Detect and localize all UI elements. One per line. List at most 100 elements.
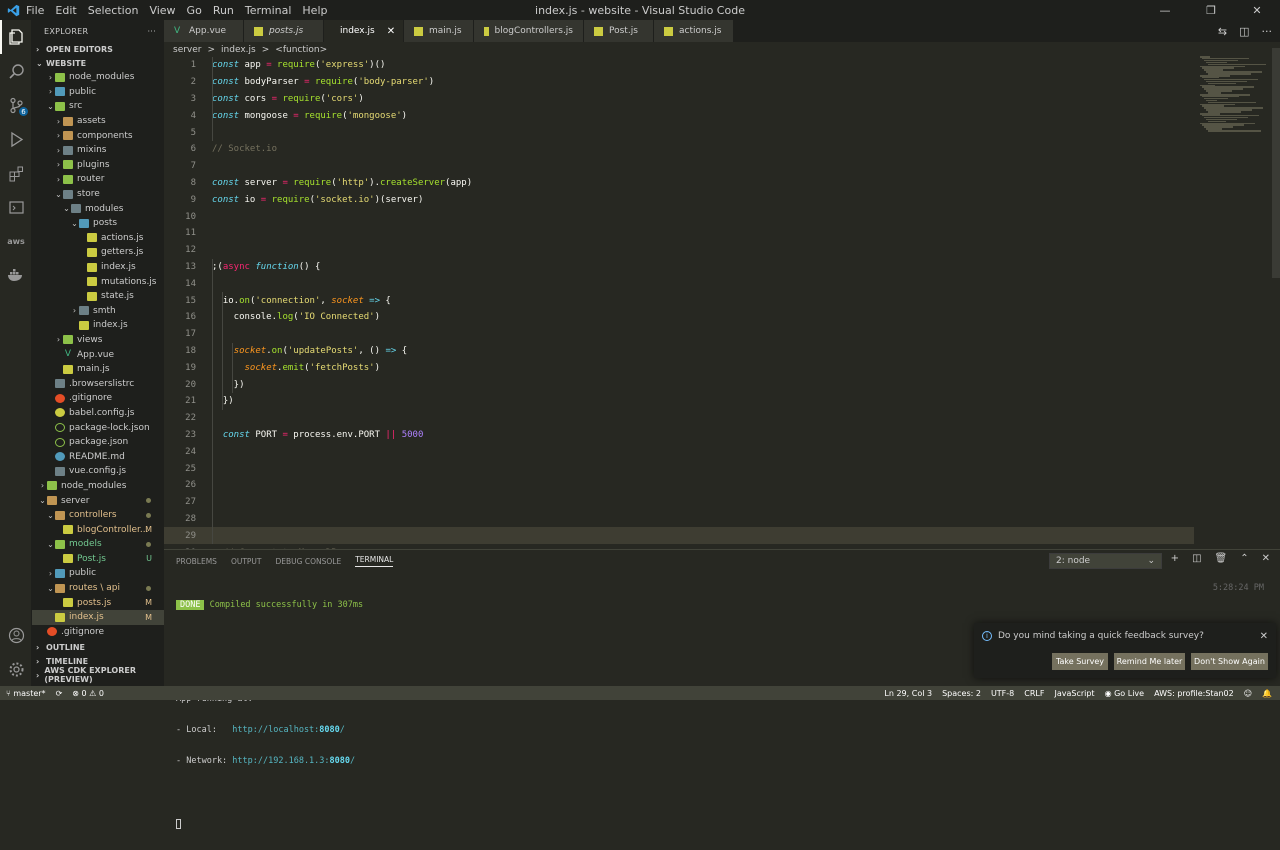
editor-scrollbar[interactable] <box>1272 42 1280 549</box>
network-port[interactable]: 8080 <box>330 756 350 766</box>
tree-item[interactable]: ⌄ controllers <box>32 508 164 523</box>
panel-tab-terminal[interactable]: TERMINAL <box>355 555 394 567</box>
code-line[interactable]: 26 <box>164 477 1194 494</box>
tree-item[interactable]: Post.js U <box>32 552 164 567</box>
tree-item[interactable]: package-lock.json <box>32 420 164 435</box>
aws-profile[interactable]: AWS: profile:Stan02 <box>1154 689 1234 698</box>
aws-cdk-section[interactable]: › AWS CDK EXPLORER (PREVIEW) <box>32 666 164 684</box>
tab-app-vue[interactable]: V App.vue <box>164 20 244 42</box>
code-editor[interactable]: 1 const app = require('express')() 2 const … <box>164 57 1194 549</box>
panel-tab-problems[interactable]: PROBLEMS <box>176 557 217 566</box>
tree-item[interactable]: index.js <box>32 318 164 333</box>
outline-section[interactable]: › OUTLINE <box>32 640 164 654</box>
settings-gear-icon[interactable] <box>0 652 32 686</box>
language-mode[interactable]: JavaScript <box>1054 689 1094 698</box>
sync-icon[interactable]: ⟳ <box>56 689 63 698</box>
tree-item[interactable]: ⌄ store <box>32 187 164 202</box>
menu-terminal[interactable]: Terminal <box>245 4 292 17</box>
tree-item[interactable]: index.js <box>32 260 164 275</box>
code-line[interactable]: 25 <box>164 460 1194 477</box>
code-line[interactable]: 20 }) <box>164 376 1194 393</box>
tab-post-js[interactable]: Post.js <box>584 20 654 42</box>
remote-explorer-icon[interactable] <box>0 190 32 224</box>
tree-item[interactable]: ⌄ posts <box>32 216 164 231</box>
compare-icon[interactable]: ⇆ <box>1218 25 1227 38</box>
tree-item[interactable]: › mixins <box>32 143 164 158</box>
tree-item[interactable]: vue.config.js <box>32 464 164 479</box>
more-actions-icon[interactable]: ··· <box>147 27 156 36</box>
code-line[interactable]: 16 console.log('IO Connected') <box>164 309 1194 326</box>
menu-view[interactable]: View <box>149 4 175 17</box>
dont-show-again-button[interactable]: Don't Show Again <box>1191 653 1268 670</box>
code-line[interactable]: 23 const PORT = process.env.PORT || 5000 <box>164 427 1194 444</box>
tree-item[interactable]: ⌄ src <box>32 99 164 114</box>
close-window-button[interactable]: ✕ <box>1234 0 1280 20</box>
account-icon[interactable] <box>0 618 32 652</box>
problems-status[interactable]: ⊗ 0 ⚠ 0 <box>72 689 104 698</box>
close-notification-icon[interactable]: ✕ <box>1260 631 1268 642</box>
tree-item[interactable]: package.json <box>32 435 164 450</box>
code-line[interactable]: 21 }) <box>164 393 1194 410</box>
tree-item[interactable]: › node_modules <box>32 70 164 85</box>
breadcrumb-item[interactable]: server <box>173 45 202 55</box>
tree-item[interactable]: ⌄ modules <box>32 201 164 216</box>
tree-item[interactable]: › public <box>32 85 164 100</box>
code-line[interactable]: 27 <box>164 494 1194 511</box>
aws-icon[interactable]: aws <box>0 224 32 258</box>
line-ending[interactable]: CRLF <box>1024 689 1044 698</box>
docker-icon[interactable] <box>0 258 32 292</box>
tree-item[interactable]: README.md <box>32 449 164 464</box>
tree-item[interactable]: state.js <box>32 289 164 304</box>
tab-actions-js[interactable]: actions.js <box>654 20 734 42</box>
extensions-icon[interactable] <box>0 156 32 190</box>
tree-item[interactable]: V App.vue <box>32 347 164 362</box>
kill-terminal-icon[interactable]: 🗑 <box>1215 553 1228 564</box>
breadcrumb-item[interactable]: index.js <box>221 45 256 55</box>
tree-item[interactable]: › public <box>32 566 164 581</box>
code-line[interactable]: 14 <box>164 275 1194 292</box>
minimap[interactable] <box>1194 42 1274 549</box>
code-line[interactable]: 1 const app = require('express')() <box>164 57 1194 74</box>
tree-item[interactable]: .gitignore <box>32 391 164 406</box>
local-url[interactable]: http://localhost: <box>232 725 319 735</box>
code-line[interactable]: 4 const mongoose = require('mongoose') <box>164 107 1194 124</box>
tree-item[interactable]: › plugins <box>32 158 164 173</box>
code-line[interactable]: 19 socket.emit('fetchPosts') <box>164 359 1194 376</box>
branch-status[interactable]: ⑂ master* <box>6 689 46 698</box>
split-editor-icon[interactable]: ◫ <box>1239 25 1249 38</box>
tree-item[interactable]: › router <box>32 172 164 187</box>
menu-help[interactable]: Help <box>302 4 327 17</box>
menu-edit[interactable]: Edit <box>55 4 76 17</box>
terminal-select[interactable]: 2: node ⌄ <box>1049 553 1162 569</box>
code-line[interactable]: 28 <box>164 511 1194 528</box>
code-line[interactable]: 22 <box>164 410 1194 427</box>
tree-item[interactable]: blogController... M <box>32 522 164 537</box>
code-line[interactable]: 6 // Socket.io <box>164 141 1194 158</box>
open-editors-section[interactable]: › OPEN EDITORS <box>32 42 164 56</box>
tree-item[interactable]: ⌄ models <box>32 537 164 552</box>
code-line[interactable]: 29 <box>164 527 1194 545</box>
workspace-section[interactable]: ⌄ WEBSITE <box>32 56 164 70</box>
tree-item[interactable]: main.js <box>32 362 164 377</box>
tree-item[interactable]: › assets <box>32 114 164 129</box>
tab-main-js[interactable]: main.js <box>404 20 474 42</box>
code-line[interactable]: 2 const bodyParser = require('body-parser… <box>164 74 1194 91</box>
code-line[interactable]: 13 ;(async function() { <box>164 259 1194 276</box>
tree-item[interactable]: › views <box>32 333 164 348</box>
go-live-button[interactable]: ◉ Go Live <box>1105 689 1145 698</box>
tree-item[interactable]: index.js M <box>32 609 164 625</box>
menu-go[interactable]: Go <box>187 4 202 17</box>
tree-item[interactable]: .gitignore <box>32 625 164 640</box>
local-port[interactable]: 8080 <box>319 725 339 735</box>
code-line[interactable]: 9 const io = require('socket.io')(server) <box>164 191 1194 208</box>
tree-item[interactable]: .browserslistrc <box>32 376 164 391</box>
tab-index-js[interactable]: index.js ✕ <box>324 20 404 42</box>
menu-run[interactable]: Run <box>213 4 234 17</box>
search-icon[interactable] <box>0 54 32 88</box>
tree-item[interactable]: babel.config.js <box>32 406 164 421</box>
tree-item[interactable]: mutations.js <box>32 274 164 289</box>
run-debug-icon[interactable] <box>0 122 32 156</box>
code-line[interactable]: 3 const cors = require('cors') <box>164 91 1194 108</box>
tree-item[interactable]: › components <box>32 128 164 143</box>
panel-tab-output[interactable]: OUTPUT <box>231 557 262 566</box>
